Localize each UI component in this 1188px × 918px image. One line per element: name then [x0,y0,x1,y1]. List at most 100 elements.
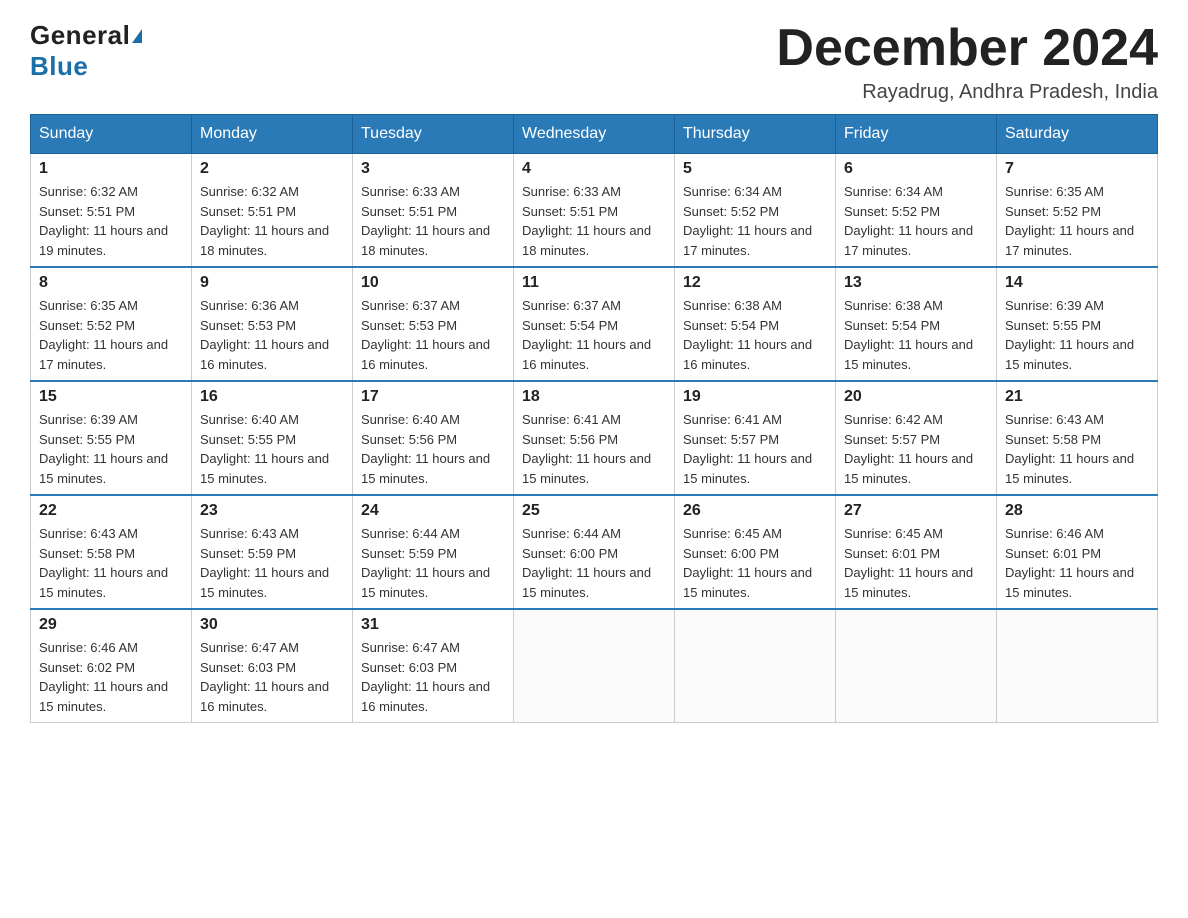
calendar-cell: 29 Sunrise: 6:46 AMSunset: 6:02 PMDayligh… [31,609,192,723]
calendar-cell: 11 Sunrise: 6:37 AMSunset: 5:54 PMDayligh… [514,267,675,381]
day-number: 21 [1005,388,1149,406]
day-info: Sunrise: 6:44 AMSunset: 6:00 PMDaylight:… [522,524,666,602]
day-number: 7 [1005,160,1149,178]
day-number: 20 [844,388,988,406]
day-number: 30 [200,616,344,634]
day-info: Sunrise: 6:38 AMSunset: 5:54 PMDaylight:… [844,296,988,374]
day-number: 19 [683,388,827,406]
day-number: 2 [200,160,344,178]
calendar-cell: 31 Sunrise: 6:47 AMSunset: 6:03 PMDayligh… [353,609,514,723]
day-info: Sunrise: 6:34 AMSunset: 5:52 PMDaylight:… [844,182,988,260]
day-number: 3 [361,160,505,178]
day-number: 16 [200,388,344,406]
day-info: Sunrise: 6:41 AMSunset: 5:57 PMDaylight:… [683,410,827,488]
day-info: Sunrise: 6:38 AMSunset: 5:54 PMDaylight:… [683,296,827,374]
day-number: 28 [1005,502,1149,520]
calendar-cell: 14 Sunrise: 6:39 AMSunset: 5:55 PMDayligh… [997,267,1158,381]
day-number: 10 [361,274,505,292]
day-info: Sunrise: 6:46 AMSunset: 6:01 PMDaylight:… [1005,524,1149,602]
day-number: 27 [844,502,988,520]
day-info: Sunrise: 6:47 AMSunset: 6:03 PMDaylight:… [200,638,344,716]
day-number: 5 [683,160,827,178]
calendar-cell: 20Sunrise: 6:42 AMSunset: 5:57 PMDayligh… [836,381,997,495]
day-info: Sunrise: 6:34 AMSunset: 5:52 PMDaylight:… [683,182,827,260]
weekday-header-tuesday: Tuesday [353,115,514,154]
weekday-header-saturday: Saturday [997,115,1158,154]
calendar-cell [997,609,1158,723]
calendar-cell: 25 Sunrise: 6:44 AMSunset: 6:00 PMDayligh… [514,495,675,609]
logo-triangle-icon [132,29,142,43]
day-info: Sunrise: 6:40 AMSunset: 5:56 PMDaylight:… [361,410,505,488]
day-info: Sunrise: 6:45 AMSunset: 6:01 PMDaylight:… [844,524,988,602]
day-number: 11 [522,274,666,292]
title-block: December 2024 Rayadrug, Andhra Pradesh, … [776,20,1158,104]
day-info: Sunrise: 6:40 AMSunset: 5:55 PMDaylight:… [200,410,344,488]
weekday-header-row: SundayMondayTuesdayWednesdayThursdayFrid… [31,115,1158,154]
weekday-header-thursday: Thursday [675,115,836,154]
week-row-4: 22Sunrise: 6:43 AMSunset: 5:58 PMDayligh… [31,495,1158,609]
week-row-1: 1 Sunrise: 6:32 AMSunset: 5:51 PMDaylight… [31,154,1158,268]
day-number: 15 [39,388,183,406]
day-number: 24 [361,502,505,520]
calendar-cell: 4Sunrise: 6:33 AMSunset: 5:51 PMDaylight… [514,154,675,268]
day-info: Sunrise: 6:43 AMSunset: 5:58 PMDaylight:… [1005,410,1149,488]
calendar-cell: 13 Sunrise: 6:38 AMSunset: 5:54 PMDayligh… [836,267,997,381]
day-number: 17 [361,388,505,406]
day-info: Sunrise: 6:36 AMSunset: 5:53 PMDaylight:… [200,296,344,374]
calendar-cell: 21 Sunrise: 6:43 AMSunset: 5:58 PMDayligh… [997,381,1158,495]
day-info: Sunrise: 6:47 AMSunset: 6:03 PMDaylight:… [361,638,505,716]
calendar-cell: 22Sunrise: 6:43 AMSunset: 5:58 PMDayligh… [31,495,192,609]
calendar-cell: 9Sunrise: 6:36 AMSunset: 5:53 PMDaylight… [192,267,353,381]
day-info: Sunrise: 6:43 AMSunset: 5:59 PMDaylight:… [200,524,344,602]
calendar-cell [836,609,997,723]
weekday-header-wednesday: Wednesday [514,115,675,154]
day-number: 31 [361,616,505,634]
day-number: 22 [39,502,183,520]
day-info: Sunrise: 6:33 AMSunset: 5:51 PMDaylight:… [522,182,666,260]
day-info: Sunrise: 6:39 AMSunset: 5:55 PMDaylight:… [1005,296,1149,374]
day-info: Sunrise: 6:39 AMSunset: 5:55 PMDaylight:… [39,410,183,488]
calendar-cell: 1 Sunrise: 6:32 AMSunset: 5:51 PMDaylight… [31,154,192,268]
day-number: 25 [522,502,666,520]
day-number: 13 [844,274,988,292]
day-info: Sunrise: 6:35 AMSunset: 5:52 PMDaylight:… [1005,182,1149,260]
week-row-3: 15 Sunrise: 6:39 AMSunset: 5:55 PMDayligh… [31,381,1158,495]
day-info: Sunrise: 6:37 AMSunset: 5:54 PMDaylight:… [522,296,666,374]
day-info: Sunrise: 6:33 AMSunset: 5:51 PMDaylight:… [361,182,505,260]
day-info: Sunrise: 6:32 AMSunset: 5:51 PMDaylight:… [200,182,344,260]
logo: General Blue [30,20,142,82]
calendar-cell: 7 Sunrise: 6:35 AMSunset: 5:52 PMDaylight… [997,154,1158,268]
logo-blue-text: Blue [30,51,88,82]
calendar-cell: 2 Sunrise: 6:32 AMSunset: 5:51 PMDaylight… [192,154,353,268]
day-number: 14 [1005,274,1149,292]
page-header: General Blue December 2024 Rayadrug, And… [30,20,1158,104]
day-info: Sunrise: 6:32 AMSunset: 5:51 PMDaylight:… [39,182,183,260]
day-number: 6 [844,160,988,178]
day-info: Sunrise: 6:45 AMSunset: 6:00 PMDaylight:… [683,524,827,602]
day-number: 18 [522,388,666,406]
week-row-2: 8Sunrise: 6:35 AMSunset: 5:52 PMDaylight… [31,267,1158,381]
calendar-cell: 28 Sunrise: 6:46 AMSunset: 6:01 PMDayligh… [997,495,1158,609]
calendar-cell: 6 Sunrise: 6:34 AMSunset: 5:52 PMDaylight… [836,154,997,268]
day-info: Sunrise: 6:44 AMSunset: 5:59 PMDaylight:… [361,524,505,602]
calendar-cell: 24 Sunrise: 6:44 AMSunset: 5:59 PMDayligh… [353,495,514,609]
calendar-cell: 15 Sunrise: 6:39 AMSunset: 5:55 PMDayligh… [31,381,192,495]
calendar-cell: 8Sunrise: 6:35 AMSunset: 5:52 PMDaylight… [31,267,192,381]
week-row-5: 29 Sunrise: 6:46 AMSunset: 6:02 PMDayligh… [31,609,1158,723]
day-number: 23 [200,502,344,520]
calendar-table: SundayMondayTuesdayWednesdayThursdayFrid… [30,114,1158,723]
calendar-cell [675,609,836,723]
day-info: Sunrise: 6:46 AMSunset: 6:02 PMDaylight:… [39,638,183,716]
calendar-cell: 27 Sunrise: 6:45 AMSunset: 6:01 PMDayligh… [836,495,997,609]
calendar-cell: 30 Sunrise: 6:47 AMSunset: 6:03 PMDayligh… [192,609,353,723]
day-info: Sunrise: 6:41 AMSunset: 5:56 PMDaylight:… [522,410,666,488]
calendar-cell: 12 Sunrise: 6:38 AMSunset: 5:54 PMDayligh… [675,267,836,381]
calendar-cell: 18 Sunrise: 6:41 AMSunset: 5:56 PMDayligh… [514,381,675,495]
calendar-cell [514,609,675,723]
calendar-subtitle: Rayadrug, Andhra Pradesh, India [776,81,1158,104]
calendar-cell: 5 Sunrise: 6:34 AMSunset: 5:52 PMDaylight… [675,154,836,268]
day-number: 1 [39,160,183,178]
day-number: 29 [39,616,183,634]
weekday-header-sunday: Sunday [31,115,192,154]
day-number: 12 [683,274,827,292]
